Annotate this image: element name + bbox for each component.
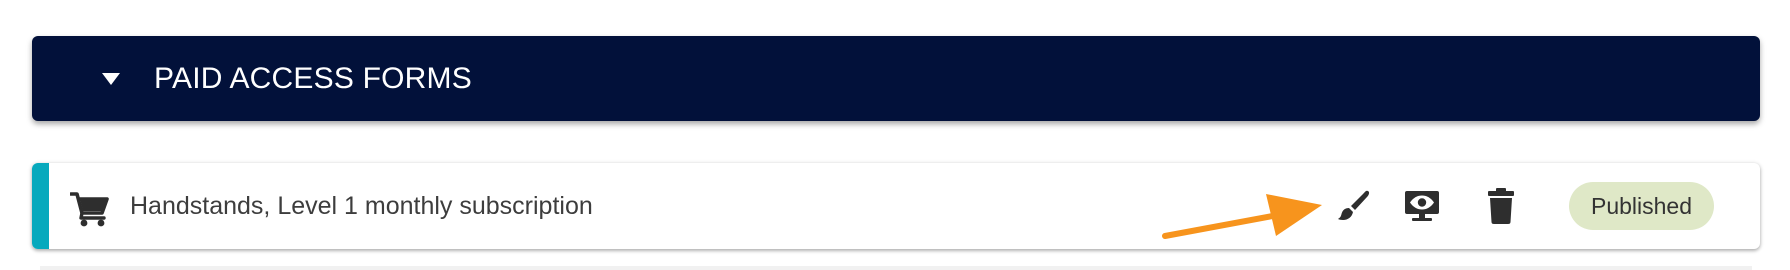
monitor-eye-icon[interactable]	[1402, 186, 1442, 226]
page: PAID ACCESS FORMS Handstands, Level 1 mo…	[0, 0, 1790, 270]
brush-icon[interactable]	[1334, 186, 1374, 226]
cart-icon	[69, 191, 110, 227]
status-badge: Published	[1569, 182, 1714, 230]
row-accent-bar	[32, 163, 49, 249]
caret-down-icon[interactable]	[102, 73, 120, 85]
section-title: PAID ACCESS FORMS	[154, 62, 472, 95]
trash-icon[interactable]	[1481, 186, 1521, 226]
next-list-item-edge	[40, 266, 1752, 270]
form-list-item[interactable]: Handstands, Level 1 monthly subscription	[32, 163, 1760, 249]
form-name[interactable]: Handstands, Level 1 monthly subscription	[130, 163, 593, 249]
section-header-paid-access-forms[interactable]: PAID ACCESS FORMS	[32, 36, 1760, 121]
